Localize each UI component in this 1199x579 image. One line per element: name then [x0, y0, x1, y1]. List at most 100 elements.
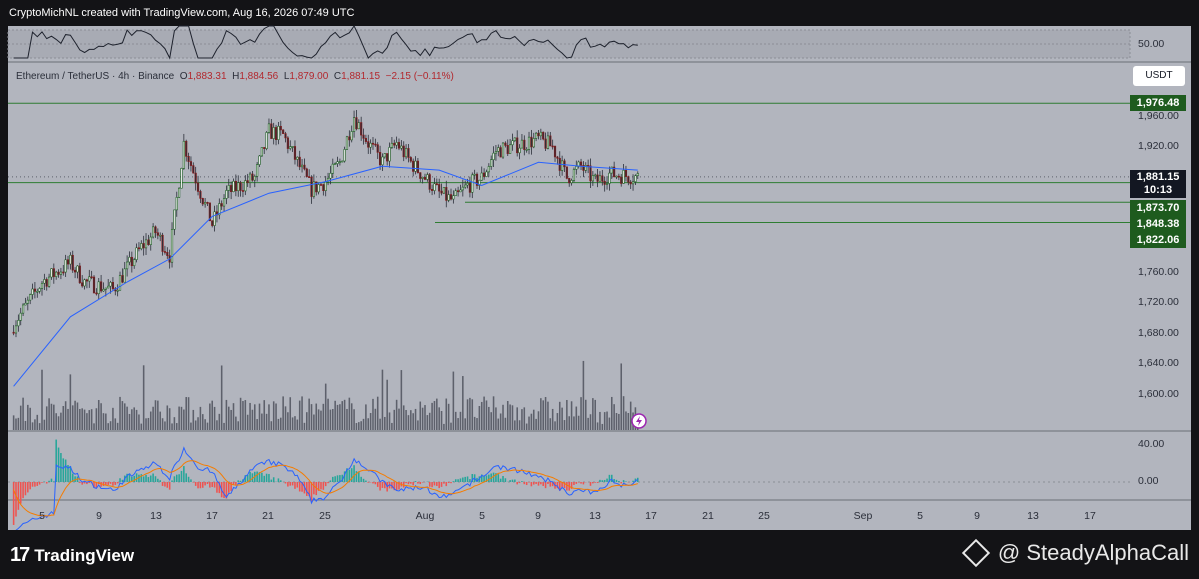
tradingview-logo[interactable]: 17 TradingView: [10, 544, 134, 567]
macd-histogram-bar: [440, 482, 443, 487]
symbol-name: Ethereum / TetherUS · 4h · Binance: [16, 71, 175, 82]
macd-histogram-bar: [213, 482, 216, 488]
candle-body: [518, 147, 521, 154]
volume-bar: [369, 412, 372, 430]
candle-body: [383, 153, 386, 158]
candle-body: [428, 174, 431, 190]
candle-body: [421, 177, 424, 179]
level-label: 1,822.06: [1130, 232, 1186, 248]
candle-body: [265, 132, 268, 149]
macd-histogram-bar: [168, 482, 171, 490]
candle-body: [187, 156, 190, 162]
candle-body: [211, 220, 214, 226]
volume-bar: [216, 420, 218, 430]
macd-histogram-bar: [334, 476, 336, 482]
candle-body: [14, 325, 18, 334]
candle-body: [156, 232, 159, 236]
candle-body: [442, 187, 445, 194]
macd-histogram-bar: [261, 472, 263, 482]
volume-bar: [379, 418, 381, 430]
volume-bar: [410, 410, 412, 430]
volume-bar: [211, 400, 214, 430]
price-chart[interactable]: [0, 0, 1199, 579]
volume-bar: [556, 413, 559, 430]
volume-bar: [419, 401, 422, 430]
volume-bar: [488, 406, 490, 430]
volume-bar: [41, 369, 43, 430]
volume-bar: [518, 420, 521, 430]
candle-body: [452, 195, 455, 200]
macd-histogram-bar: [280, 480, 282, 482]
volume-bar: [450, 422, 452, 430]
macd-histogram-bar: [270, 479, 273, 482]
volume-bar: [343, 399, 346, 430]
volume-bar: [544, 397, 547, 430]
macd-histogram-bar: [431, 482, 433, 488]
candle-body: [128, 256, 131, 263]
volume-bar: [596, 422, 599, 430]
macd-histogram-bar: [499, 478, 502, 482]
candle-body: [350, 131, 353, 141]
volume-bar: [76, 402, 79, 430]
volume-bar: [324, 383, 327, 430]
volume-bar: [367, 418, 370, 430]
macd-histogram-bar: [540, 482, 542, 485]
candle-body: [26, 299, 29, 304]
volume-bar: [358, 422, 360, 430]
volume-bar: [64, 401, 67, 430]
macd-histogram-bar: [417, 482, 419, 484]
macd-histogram-bar: [183, 466, 185, 482]
volume-bar: [263, 400, 266, 430]
volume-bar: [147, 417, 150, 430]
volume-bar: [74, 400, 76, 430]
macd-histogram-bar: [332, 476, 334, 482]
macd-histogram-bar: [615, 479, 618, 482]
volume-bar: [398, 408, 400, 430]
macd-histogram-bar: [419, 482, 422, 485]
candle-body: [414, 160, 417, 172]
macd-histogram-bar: [31, 482, 34, 487]
macd-histogram-bar: [109, 482, 112, 484]
macd-histogram-bar: [497, 474, 500, 482]
volume-bar: [483, 396, 485, 430]
volume-bar: [294, 416, 296, 430]
volume-bar: [554, 421, 556, 430]
volume-bar: [514, 420, 516, 430]
candle-body: [92, 276, 96, 294]
volume-bar: [289, 397, 292, 430]
macd-histogram-bar: [256, 471, 258, 482]
candle-body: [159, 234, 162, 237]
volume-bar: [332, 409, 334, 430]
time-tick: 25: [758, 510, 770, 522]
macd-histogram-bar: [15, 482, 17, 517]
candle-body: [629, 181, 632, 185]
volume-bar: [53, 404, 55, 430]
candle-body: [45, 279, 48, 287]
candle-body: [511, 140, 514, 146]
volume-bar: [225, 399, 228, 430]
candle-body: [62, 271, 65, 274]
macd-histogram-bar: [34, 482, 36, 487]
candle-body: [81, 282, 84, 287]
volume-bar: [462, 376, 464, 430]
macd-histogram-bar: [64, 459, 67, 482]
volume-bar: [310, 404, 313, 430]
currency-button[interactable]: USDT: [1133, 66, 1185, 86]
candle-body: [598, 175, 602, 182]
candle-body: [303, 164, 306, 170]
time-tick: 13: [1027, 510, 1039, 522]
macd-histogram-bar: [603, 479, 606, 482]
volume-bar: [577, 415, 580, 430]
volume-bar: [154, 400, 157, 430]
macd-histogram-bar: [180, 470, 183, 482]
candle-body: [256, 164, 259, 177]
candle-body: [126, 261, 129, 270]
macd-histogram-bar: [62, 458, 65, 482]
watermark: @ SteadyAlphaCall: [961, 538, 1189, 568]
volume-bar: [249, 402, 251, 430]
candle-body: [293, 146, 297, 160]
macd-histogram-bar: [488, 474, 490, 482]
candle-body: [575, 166, 578, 170]
volume-bar: [204, 419, 206, 430]
candle-body: [107, 285, 110, 289]
